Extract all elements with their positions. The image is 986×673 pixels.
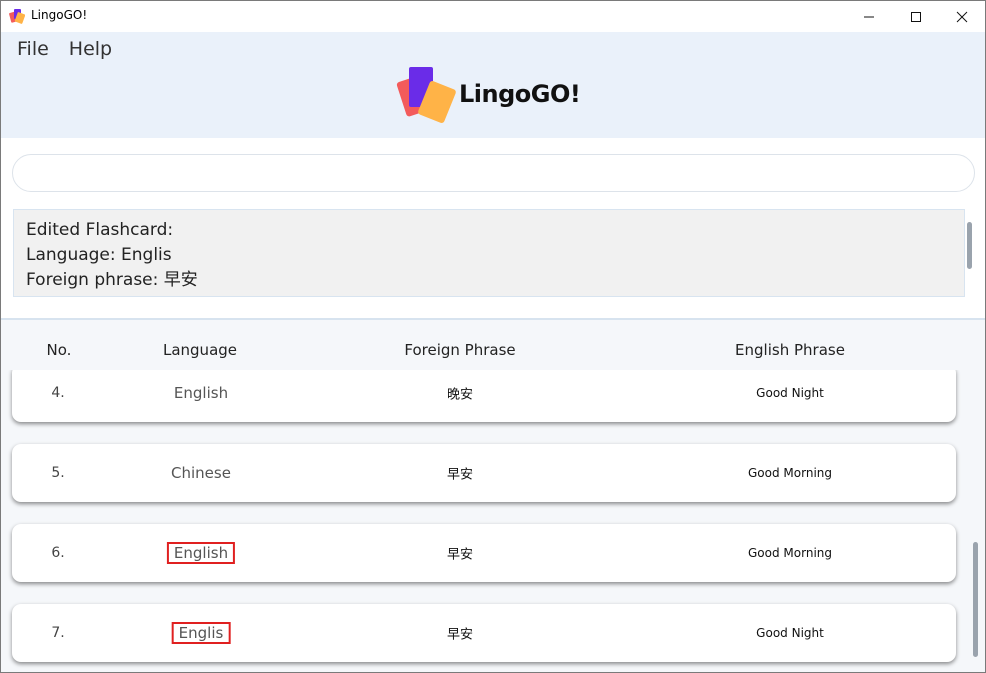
header-english-phrase: English Phrase: [735, 341, 845, 359]
row-foreign-phrase: 早安: [446, 627, 474, 643]
flashcard-row[interactable]: 7. Englis 早安 Good Night: [12, 604, 956, 662]
row-english-phrase: Good Morning: [748, 466, 832, 480]
row-language-highlighted: Englis: [171, 622, 231, 644]
menu-file[interactable]: File: [17, 38, 49, 60]
flashcard-row[interactable]: 4. English 晚安 Good Night: [12, 370, 956, 422]
row-english-phrase: Good Night: [756, 386, 824, 400]
row-language: English: [173, 384, 229, 402]
list-scrollbar[interactable]: [973, 542, 978, 657]
command-input[interactable]: [12, 154, 975, 192]
title-bar: LingoGO!: [1, 1, 985, 32]
app-header: File Help LingoGO!: [1, 32, 985, 138]
close-button[interactable]: [939, 1, 985, 32]
minimize-icon: [864, 16, 874, 17]
menu-help[interactable]: Help: [69, 38, 112, 60]
minimize-button[interactable]: [846, 1, 892, 32]
rows-viewport: 4. English 晚安 Good Night 5. Chinese 早安 G…: [1, 370, 967, 672]
header-foreign-phrase: Foreign Phrase: [404, 341, 516, 359]
row-language-highlighted: English: [166, 542, 236, 564]
result-display: Edited Flashcard: Language: Englis Forei…: [13, 209, 965, 297]
result-line: Edited Flashcard:: [26, 220, 174, 240]
row-number: 7.: [51, 625, 65, 641]
logo-text: LingoGO!: [459, 80, 581, 108]
result-scrollbar[interactable]: [967, 222, 972, 269]
menu-bar: File Help: [17, 38, 132, 60]
maximize-button[interactable]: [893, 1, 939, 32]
row-foreign-phrase: 晚安: [446, 387, 474, 403]
close-icon: [956, 11, 968, 22]
row-english-phrase: Good Night: [756, 626, 824, 640]
app-window: LingoGO! File Help LingoGO! Edited Flash…: [0, 0, 986, 673]
flashcard-row[interactable]: 6. English 早安 Good Morning: [12, 524, 956, 582]
maximize-icon: [911, 11, 921, 22]
row-language: Chinese: [171, 464, 231, 482]
row-number: 6.: [51, 545, 65, 561]
row-number: 4.: [51, 385, 65, 401]
row-english-phrase: Good Morning: [748, 546, 832, 560]
row-number: 5.: [51, 465, 65, 481]
window-title: LingoGO!: [31, 8, 88, 22]
result-line: Language: Englis: [26, 245, 172, 265]
flashcard-row[interactable]: 5. Chinese 早安 Good Morning: [12, 444, 956, 502]
result-line: Foreign phrase: 早安: [26, 270, 198, 290]
header-no: No.: [46, 341, 72, 359]
flashcard-list: No. Language Foreign Phrase English Phra…: [1, 320, 985, 672]
table-header: No. Language Foreign Phrase English Phra…: [1, 320, 967, 370]
app-logo: LingoGO!: [395, 66, 605, 128]
row-foreign-phrase: 早安: [446, 547, 474, 563]
logo-cards-icon: [396, 67, 456, 124]
row-foreign-phrase: 早安: [446, 467, 474, 483]
app-icon: [9, 9, 25, 24]
header-language: Language: [162, 341, 238, 359]
